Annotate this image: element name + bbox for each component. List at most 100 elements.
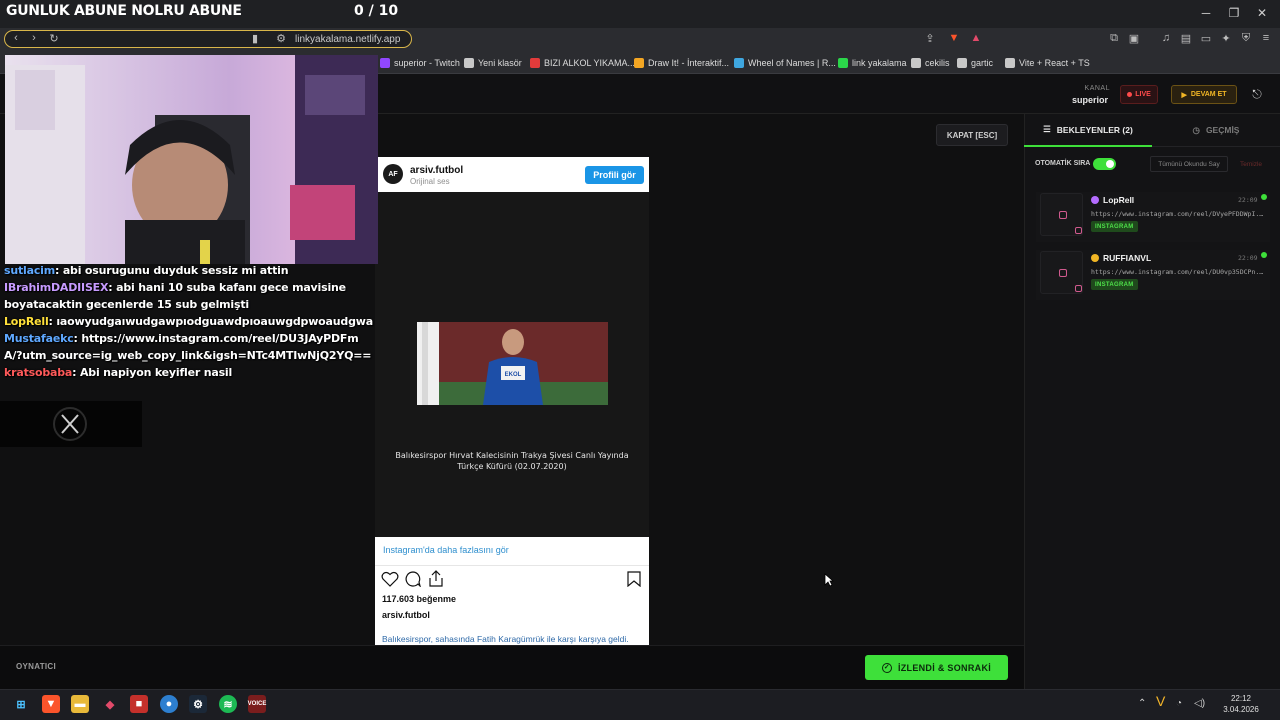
bookmark-favicon-icon [530,58,540,68]
bookmark-item[interactable]: Wheel of Names | R... [734,58,836,68]
queue-item[interactable]: RUFFIANVL 22:09 https://www.instagram.co… [1036,250,1270,300]
tab-history[interactable]: ◷ GEÇMİŞ [1152,114,1280,147]
reload-icon[interactable]: ↻ [46,32,62,45]
bookmark-label: gartic [971,58,994,68]
brave-rewards-icon[interactable]: ▲ [968,32,984,44]
video-thumbnail: EKOL [417,322,608,405]
channel-name: superior [1071,95,1108,105]
instagram-embed: AF arsiv.futbol Orijinal ses Profili gör… [375,157,649,645]
bookmark-label: Draw It! - İnteraktif... [648,58,730,68]
post-account[interactable]: arsiv.futbol [382,610,430,620]
avatar[interactable]: AF [383,164,403,184]
app-voice-icon[interactable]: VOICE [248,695,266,713]
bookmark-label: superior - Twitch [394,58,460,68]
instagram-video[interactable]: EKOL Balıkesirspor Hırvat Kalecisinin Tr… [375,192,649,537]
app-blue-icon[interactable]: ● [160,695,178,713]
bookmark-label: Wheel of Names | R... [748,58,836,68]
queue-item-url[interactable]: https://www.instagram.com/reel/DVyePFDDW… [1091,210,1266,218]
steam-icon[interactable]: ⚙ [189,695,207,713]
bookmark-item[interactable]: Draw It! - İnteraktif... [634,58,729,68]
chat-username: sutlacim [4,264,55,277]
bookmark-label: Vite + React + TS [1019,58,1090,68]
bookmark-label: Yeni klasör [478,58,522,68]
more-on-instagram-link[interactable]: Instagram'da daha fazlasını gör [383,545,509,555]
bookmark-favicon-icon [1005,58,1015,68]
like-icon[interactable] [381,571,399,587]
mark-all-read-button[interactable]: Tümünü Okundu Say [1150,156,1228,172]
instagram-audio[interactable]: Orijinal ses [410,177,450,186]
bookmark-item[interactable]: gartic [957,58,993,68]
chat-text: abi osurugunu duyduk sessiz mi attin [62,264,289,277]
file-explorer-icon[interactable]: ▬ [71,695,89,713]
wallet-icon[interactable]: ▭ [1198,32,1214,45]
site-info-icon[interactable]: ⚙ [273,32,289,45]
brave-shield-icon[interactable]: ▼ [946,32,962,44]
share-post-icon[interactable] [428,570,444,587]
bookmark-favicon-icon [634,58,644,68]
view-profile-button[interactable]: Profili gör [585,166,644,184]
bookmark-item[interactable]: Yeni klasör [464,58,522,68]
watched-next-button[interactable]: ✓ İZLENDİ & SONRAKİ [865,655,1008,680]
app-pin-icon[interactable]: ◆ [101,695,119,713]
instagram-small-icon [1075,227,1082,234]
continue-button[interactable]: ▶ DEVAM ET [1171,85,1237,104]
share-icon[interactable]: ⇪ [922,32,938,45]
bookmark-item[interactable]: link yakalama [838,58,907,68]
tab-waiting[interactable]: ☰ BEKLEYENLER (2) [1024,114,1152,147]
menu-icon[interactable]: ≡ [1258,32,1274,44]
save-post-icon[interactable] [627,571,641,587]
platform-badge: INSTAGRAM [1091,221,1138,232]
spotify-icon[interactable]: ≋ [219,695,237,713]
live-button[interactable]: LIVE [1120,85,1158,104]
divider [375,565,649,566]
back-icon[interactable]: ‹ [8,32,24,44]
instagram-small-icon [1075,285,1082,292]
app-red-icon[interactable]: ■ [130,695,148,713]
forward-icon[interactable]: › [26,32,42,44]
queue-item-url[interactable]: https://www.instagram.com/reel/DU0vp35DC… [1091,268,1266,276]
bookmark-item[interactable]: cekilis [911,58,950,68]
bookmark-item[interactable]: Vite + React + TS [1005,58,1090,68]
overlay-app-icon[interactable]: V [1156,693,1165,709]
chat-overlay: sutlacim: abi osurugunu duyduk sessiz mi… [4,262,374,381]
chat-separator: : [72,366,80,379]
bookmark-label: BIZI ALKOL YIKAMA... [544,58,636,68]
exit-icon[interactable]: ⎋ [1250,87,1264,101]
maximize-icon[interactable]: ❐ [1224,6,1244,20]
check-circle-icon: ✓ [881,662,892,673]
leo-icon[interactable]: ✦ [1218,32,1234,45]
stream-overlay-title: GUNLUK ABUNE NOLRU ABUNE [6,3,242,19]
chat-username: kratsobaba [4,366,73,379]
tray-expand-icon[interactable]: ⌃ [1138,698,1146,709]
likes-count: 117.603 beğenme [382,594,457,604]
vpn-icon[interactable]: ⛨ [1238,32,1254,45]
bookmark-item[interactable]: superior - Twitch [380,58,460,68]
clock-time: 22:12 [1230,694,1252,703]
auto-queue-toggle[interactable] [1093,158,1116,170]
close-window-icon[interactable]: ✕ [1252,6,1272,20]
close-player-button[interactable]: KAPAT [ESC] [936,124,1008,146]
instagram-username[interactable]: arsiv.futbol [410,165,463,176]
continue-label: DEVAM ET [1190,91,1227,98]
media-icon[interactable]: ♫ [1158,32,1174,44]
comment-icon[interactable] [404,571,422,587]
chat-username: Mustafaekc [4,332,74,345]
tab-waiting-label: BEKLEYENLER (2) [1056,124,1133,135]
taskbar-clock[interactable]: 22:12 3.04.2026 [1212,693,1270,715]
minimize-icon[interactable]: ─ [1196,6,1216,20]
volume-icon[interactable]: ◁) [1194,698,1205,709]
network-icon[interactable]: ◔ [1176,698,1182,709]
bookmark-item[interactable]: BIZI ALKOL YIKAMA... [530,58,635,68]
sidebar-icon[interactable]: ▤ [1178,32,1194,45]
online-dot-icon [1261,252,1267,258]
bookmark-favicon-icon [464,58,474,68]
extensions-icon[interactable]: ⧉ [1106,32,1122,45]
windows-start-icon[interactable]: ⊞ [12,695,30,713]
queue-item[interactable]: LopRell 22:09 https://www.instagram.com/… [1036,192,1270,242]
tab-icon[interactable]: ▣ [1126,32,1142,45]
brave-browser-icon[interactable]: ▼ [42,695,60,713]
queue-item-user: RUFFIANVL [1091,253,1151,263]
bookmark-icon[interactable]: ▮ [247,32,263,45]
bookmark-favicon-icon [911,58,921,68]
clear-button[interactable]: Temizle [1234,156,1268,172]
